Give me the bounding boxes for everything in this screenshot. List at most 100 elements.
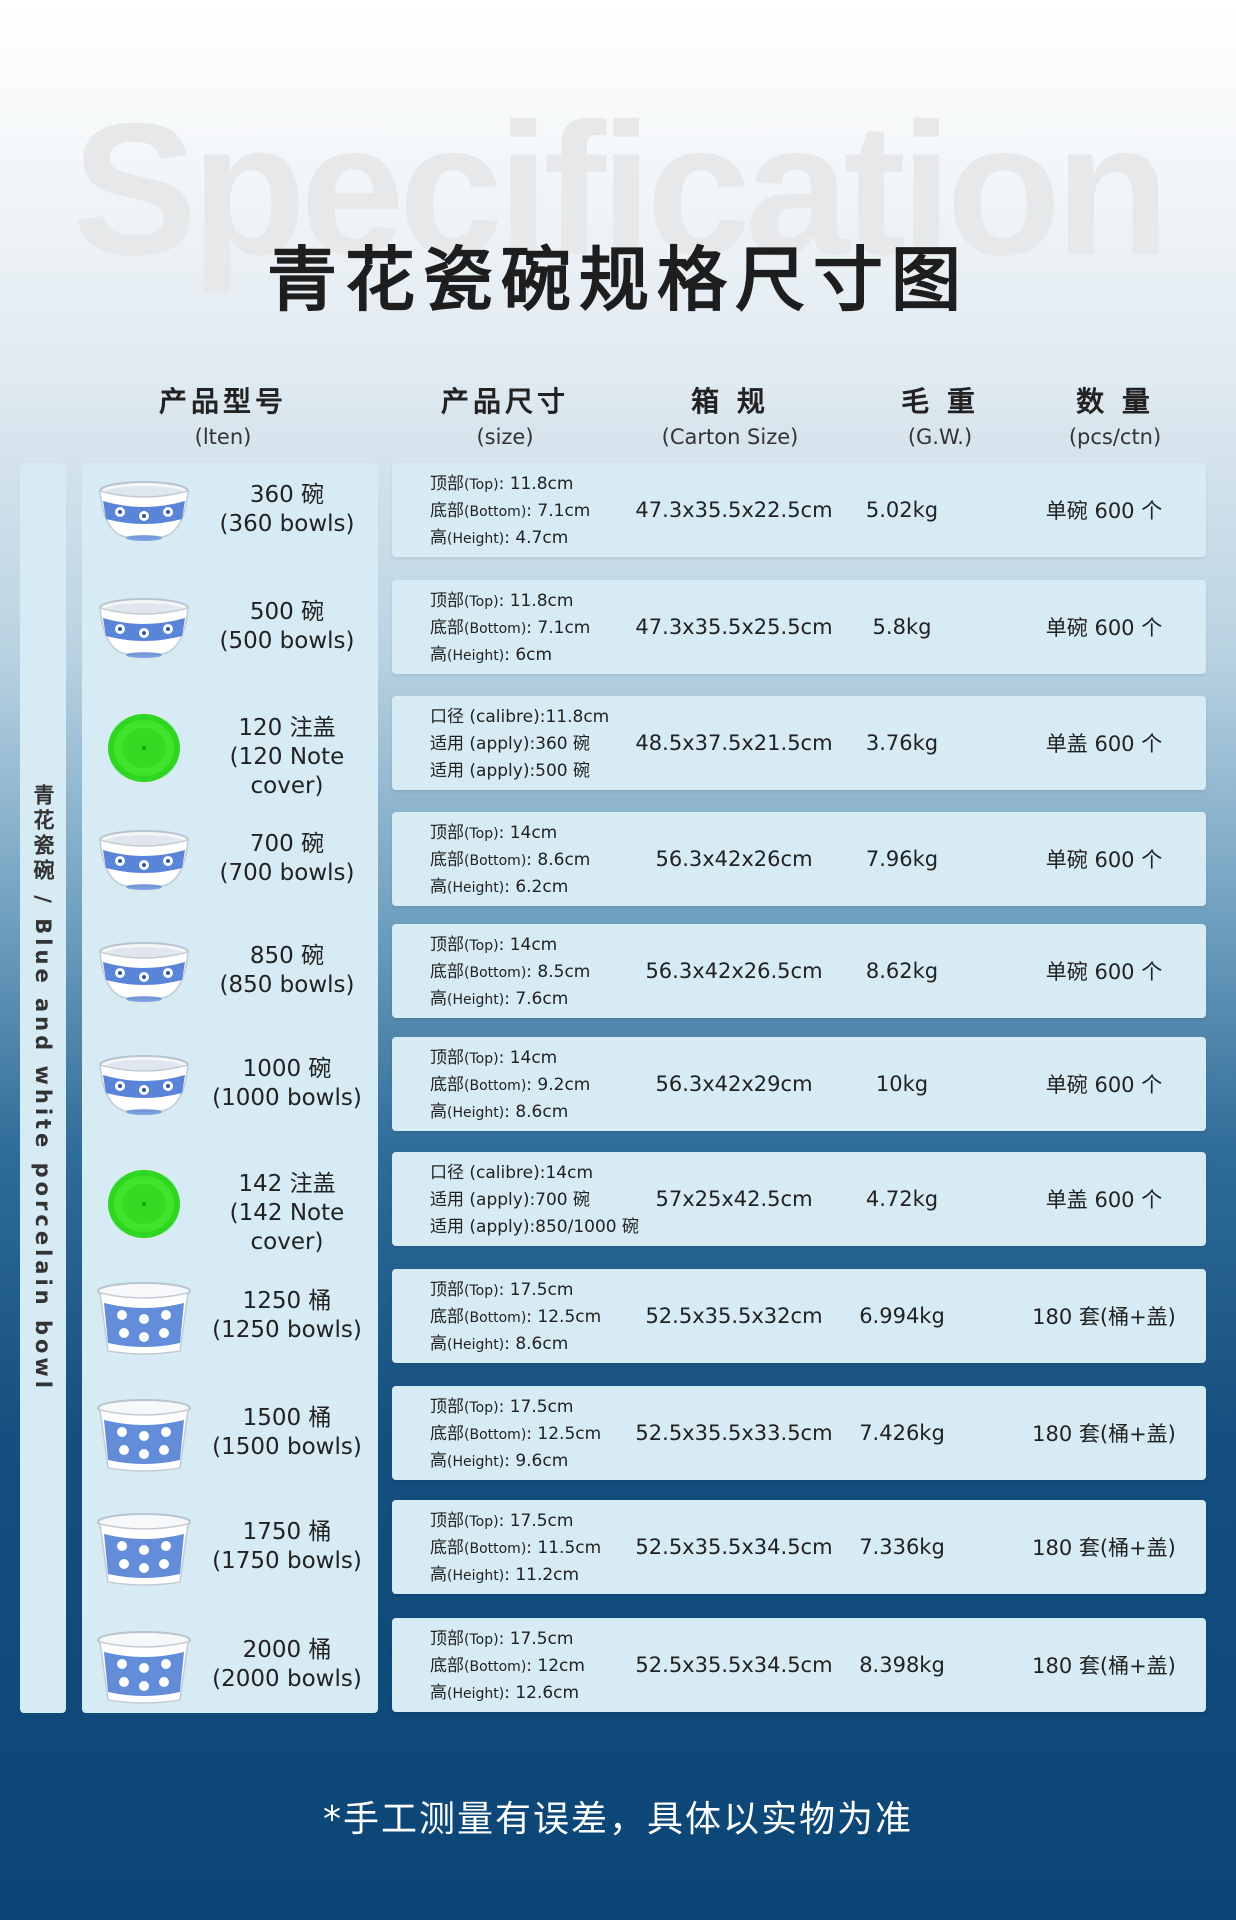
model-name-en: (120 Note cover) <box>229 744 345 799</box>
bucket-icon <box>94 1512 194 1588</box>
bucket-icon <box>94 1281 194 1357</box>
dimension-value: : 12cm <box>526 1656 585 1676</box>
dimension-line: 适用 (apply):360 碗 <box>430 731 609 758</box>
dimension-line: 高(Height): 7.6cm <box>430 986 590 1013</box>
model-name-zh: 700 碗 <box>249 831 325 857</box>
dimension-value: : 17.5cm <box>498 1629 574 1649</box>
dimension-line: 高(Height): 4.7cm <box>430 525 590 552</box>
carton-size: 48.5x37.5x21.5cm <box>635 731 833 755</box>
dimension-value: : 17.5cm <box>498 1397 574 1417</box>
quantity: 180 套(桶+盖) <box>1032 1654 1176 1678</box>
lid-icon <box>94 708 194 784</box>
model-name-zh: 500 碗 <box>249 599 325 625</box>
dimension-value: : 8.6cm <box>504 1102 569 1122</box>
dimension-value: : 14cm <box>498 935 558 955</box>
dimension-label: 高 <box>430 645 447 665</box>
dimension-line: 高(Height): 8.6cm <box>430 1331 601 1358</box>
dimension-label: 口径 <box>430 1163 464 1183</box>
dimension-value: (apply):700 碗 <box>464 1190 591 1210</box>
model-name-en: (1250 bowls) <box>212 1317 362 1343</box>
dimension-value: : 12.5cm <box>526 1307 602 1327</box>
carton-size: 52.5x35.5x34.5cm <box>635 1535 833 1559</box>
column-header-sub: (size) <box>476 424 534 449</box>
dimension-label-en: (Top) <box>464 1514 499 1530</box>
dimension-label: 顶部 <box>430 1511 464 1531</box>
dimension-label-en: (Bottom) <box>464 853 527 869</box>
product-size: 顶部(Top): 17.5cm 底部(Bottom): 11.5cm 高(Heigh… <box>430 1508 601 1589</box>
dimension-label: 适用 <box>430 1190 464 1210</box>
dimension-label: 底部 <box>430 850 464 870</box>
product-size: 顶部(Top): 14cm 底部(Bottom): 8.5cm 高(Height):… <box>430 932 590 1013</box>
model-name-en: (1000 bowls) <box>212 1085 362 1111</box>
dimension-label: 底部 <box>430 1656 464 1676</box>
column-header-quantity: 数 量 (pcs/ctn) <box>1040 385 1190 450</box>
dimension-line: 底部(Bottom): 12.5cm <box>430 1421 601 1448</box>
dimension-label-en: (Bottom) <box>464 1659 527 1675</box>
dimension-line: 口径 (calibre):11.8cm <box>430 704 609 731</box>
column-header-label: 数 量 <box>1076 385 1154 418</box>
dimension-label: 顶部 <box>430 823 464 843</box>
model-cell: 700 碗 (700 bowls) <box>82 806 378 918</box>
column-header-sub: (pcs/ctn) <box>1068 424 1162 449</box>
dimension-line: 底部(Bottom): 9.2cm <box>430 1072 590 1099</box>
dimension-value: : 8.6cm <box>526 850 591 870</box>
carton-size: 56.3x42x29cm <box>655 1072 813 1096</box>
dimension-value: (apply):850/1000 碗 <box>464 1217 640 1237</box>
bowl-icon <box>94 1049 194 1125</box>
dimension-value: (calibre):14cm <box>464 1163 594 1183</box>
gross-weight: 4.72kg <box>865 1187 939 1211</box>
dimension-line: 高(Height): 11.2cm <box>430 1562 601 1589</box>
model-name-en: (500 bowls) <box>219 628 355 654</box>
page-title: 青花瓷碗规格尺寸图 <box>267 239 969 321</box>
table-row: 口径 (calibre):11.8cm 适用 (apply):360 碗适用 (a… <box>392 696 1206 790</box>
dimension-value: : 9.6cm <box>504 1451 569 1471</box>
dimension-line: 底部(Bottom): 7.1cm <box>430 615 590 642</box>
dimension-line: 顶部(Top): 11.8cm <box>430 588 590 615</box>
dimension-label: 高 <box>430 1565 447 1585</box>
dimension-value: : 11.5cm <box>526 1538 602 1558</box>
dimension-value: : 12.6cm <box>504 1683 580 1703</box>
dimension-line: 底部(Bottom): 12cm <box>430 1653 585 1680</box>
model-name-en: (2000 bowls) <box>212 1666 362 1692</box>
dimension-label-en: (Bottom) <box>464 1541 527 1557</box>
gross-weight: 7.96kg <box>865 847 939 871</box>
dimension-line: 高(Height): 6cm <box>430 642 590 669</box>
footer-note: *手工测量有误差，具体以实物为准 <box>322 1799 913 1840</box>
model-name-en: (360 bowls) <box>219 511 355 537</box>
dimension-label-en: (Bottom) <box>464 1310 527 1326</box>
gross-weight: 10kg <box>875 1072 929 1096</box>
dimension-label-en: (Top) <box>464 1283 499 1299</box>
model-cell: 1000 碗 (1000 bowls) <box>82 1031 378 1143</box>
dimension-label: 底部 <box>430 1307 464 1327</box>
quantity: 单碗 600 个 <box>1045 960 1163 984</box>
model-name-zh: 1500 桶 <box>242 1405 332 1431</box>
dimension-label: 高 <box>430 1102 447 1122</box>
quantity: 单碗 600 个 <box>1045 1073 1163 1097</box>
carton-size: 56.3x42x26cm <box>655 847 813 871</box>
dimension-line: 底部(Bottom): 12.5cm <box>430 1304 601 1331</box>
dimension-line: 高(Height): 12.6cm <box>430 1680 585 1707</box>
gross-weight: 8.62kg <box>865 959 939 983</box>
quantity: 180 套(桶+盖) <box>1032 1422 1176 1446</box>
dimension-line: 适用 (apply):850/1000 碗 <box>430 1214 639 1241</box>
dimension-value: : 4.7cm <box>504 528 569 548</box>
quantity: 单碗 600 个 <box>1045 499 1163 523</box>
dimension-value: : 11.8cm <box>498 474 574 494</box>
dimension-value: : 17.5cm <box>498 1511 574 1531</box>
dimension-value: : 14cm <box>498 1048 558 1068</box>
dimension-label: 适用 <box>430 761 464 781</box>
dimension-line: 顶部(Top): 14cm <box>430 1045 590 1072</box>
dimension-value: : 17.5cm <box>498 1280 574 1300</box>
dimension-label-en: (Bottom) <box>464 621 527 637</box>
dimension-label: 口径 <box>430 707 464 727</box>
carton-size: 52.5x35.5x32cm <box>645 1304 823 1328</box>
carton-size: 52.5x35.5x33.5cm <box>635 1421 833 1445</box>
gross-weight: 6.994kg <box>859 1304 945 1328</box>
product-size: 顶部(Top): 17.5cm 底部(Bottom): 12.5cm 高(Heigh… <box>430 1394 601 1475</box>
quantity: 单碗 600 个 <box>1045 848 1163 872</box>
model-name: 120 注盖 (120 Note cover) <box>192 714 382 801</box>
model-cell: 2000 桶 (2000 bowls) <box>82 1612 378 1724</box>
model-name-zh: 142 注盖 <box>238 1171 336 1197</box>
dimension-label: 顶部 <box>430 1397 464 1417</box>
dimension-line: 高(Height): 8.6cm <box>430 1099 590 1126</box>
